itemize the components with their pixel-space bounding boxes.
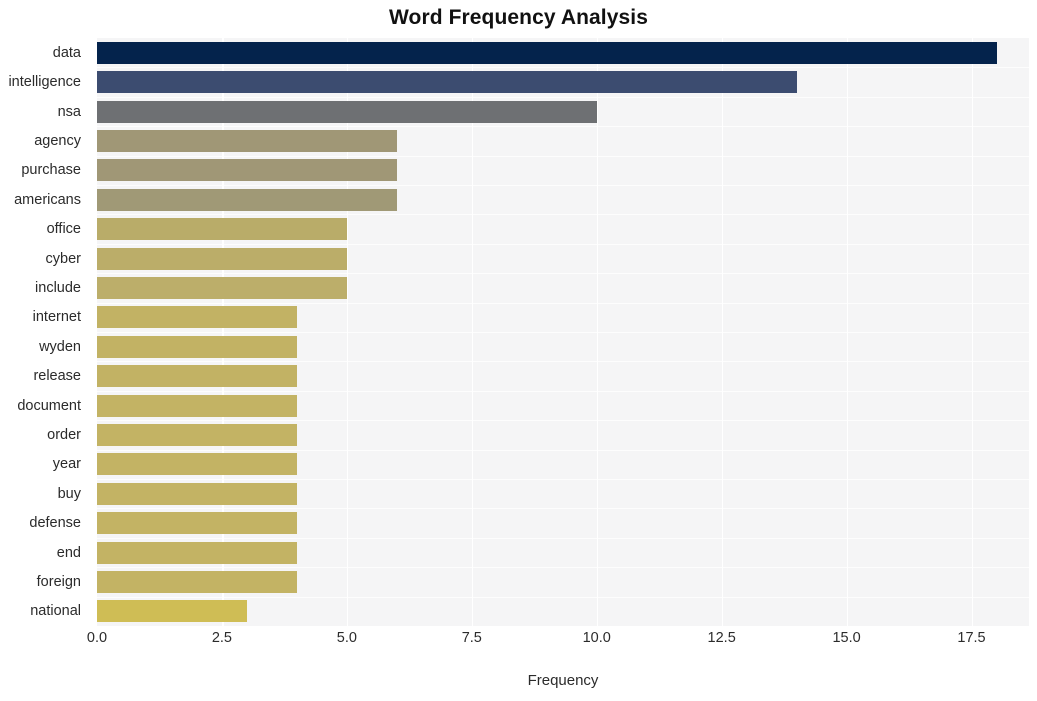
y-tick-label: wyden xyxy=(39,338,81,355)
y-tick-label: intelligence xyxy=(8,74,81,91)
horizontal-gridline xyxy=(97,537,1029,539)
x-tick-label: 5.0 xyxy=(336,630,357,646)
horizontal-gridline xyxy=(97,479,1029,480)
bar xyxy=(97,41,997,64)
gridline-10-0 xyxy=(596,38,599,626)
horizontal-gridline xyxy=(97,567,1029,569)
x-axis-label: Frequency xyxy=(527,672,599,689)
bar xyxy=(97,482,297,505)
y-tick-label: purchase xyxy=(21,162,81,179)
horizontal-gridline xyxy=(97,596,1029,598)
x-tick-label: 17.5 xyxy=(957,630,986,646)
bar xyxy=(97,100,597,123)
y-tick-label: national xyxy=(30,603,81,620)
bar xyxy=(97,453,297,476)
bar xyxy=(97,71,797,94)
y-tick-label: americans xyxy=(14,191,81,208)
gridline-12-5 xyxy=(721,38,724,626)
horizontal-gridline xyxy=(97,243,1029,245)
horizontal-gridline xyxy=(97,67,1029,69)
horizontal-gridline xyxy=(97,273,1029,275)
horizontal-gridline xyxy=(97,361,1029,363)
x-tick-label: 7.5 xyxy=(461,630,482,646)
bar xyxy=(97,423,297,446)
y-tick-label: year xyxy=(52,456,81,473)
gridline-7-5 xyxy=(471,38,474,626)
page-title: Word Frequency Analysis xyxy=(388,6,649,29)
y-tick-label: data xyxy=(52,44,81,61)
y-tick-label: foreign xyxy=(36,573,81,590)
x-axis: 0.0 2.5 5.0 7.5 10.0 12.5 15.0 17.5 xyxy=(87,630,1029,654)
horizontal-gridline xyxy=(97,155,1029,157)
y-tick-label: agency xyxy=(34,132,81,149)
bar xyxy=(97,188,397,211)
gridline-15-0 xyxy=(846,38,849,626)
y-tick-label: nsa xyxy=(57,103,81,120)
bar xyxy=(97,218,347,241)
y-tick-label: office xyxy=(46,221,81,238)
y-tick-label: cyber xyxy=(45,250,81,267)
y-tick-label: buy xyxy=(57,485,81,502)
gridline-17-5 xyxy=(971,38,974,626)
horizontal-gridline xyxy=(97,96,1029,98)
x-tick-label: 12.5 xyxy=(707,630,736,646)
y-tick-label: internet xyxy=(32,309,81,326)
bar xyxy=(97,335,297,358)
y-axis: data intelligence nsa agency purchase america… xyxy=(0,38,89,626)
bar xyxy=(97,247,347,270)
bar xyxy=(97,276,347,299)
bar xyxy=(97,512,297,535)
bar xyxy=(97,306,297,329)
bar xyxy=(97,394,297,417)
bar xyxy=(97,365,297,388)
y-tick-label: include xyxy=(35,279,81,296)
gridline-5-0 xyxy=(346,38,349,626)
bar xyxy=(97,541,297,564)
plot-area xyxy=(97,38,1029,626)
horizontal-gridline xyxy=(97,302,1029,304)
bar xyxy=(97,600,247,623)
y-tick-label: document xyxy=(17,397,81,414)
x-tick-label: 2.5 xyxy=(211,630,233,646)
bar xyxy=(97,159,397,182)
bar xyxy=(97,129,397,152)
horizontal-gridline xyxy=(97,390,1029,392)
bar xyxy=(97,570,297,593)
x-tick-label: 0.0 xyxy=(86,630,108,646)
horizontal-gridline xyxy=(97,449,1029,451)
x-tick-label: 15.0 xyxy=(832,630,861,646)
gridline-2-5 xyxy=(221,38,224,626)
y-tick-label: order xyxy=(47,426,81,443)
horizontal-gridline xyxy=(97,214,1029,216)
y-tick-label: defense xyxy=(29,515,81,532)
horizontal-gridline xyxy=(97,508,1029,510)
horizontal-gridline xyxy=(97,185,1029,186)
horizontal-gridline xyxy=(97,126,1029,128)
horizontal-gridline xyxy=(97,420,1029,422)
chart-figure: Word Frequency Analysis data intelligence… xyxy=(0,0,1037,701)
horizontal-gridline xyxy=(97,332,1029,333)
y-tick-label: release xyxy=(33,368,81,385)
y-tick-label: end xyxy=(56,544,81,561)
x-tick-label: 10.0 xyxy=(582,630,611,646)
